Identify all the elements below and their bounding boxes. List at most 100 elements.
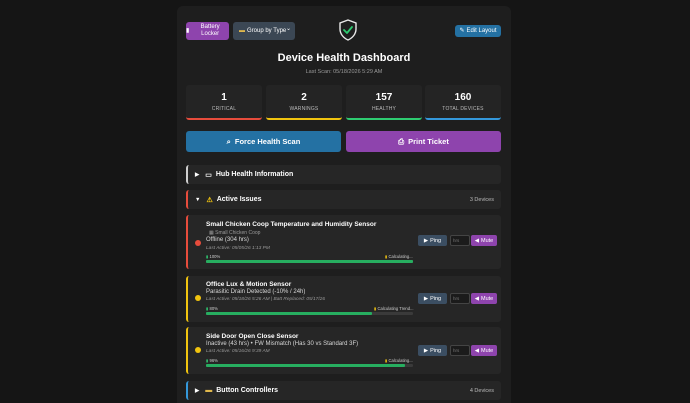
scan-icon: ⌕	[226, 136, 231, 146]
device-status: Offline (304 hrs)	[206, 237, 249, 243]
ping-button[interactable]: ▶ Ping	[418, 345, 447, 356]
monitor-icon: ▭	[205, 171, 212, 179]
mute-icon: ◀	[474, 237, 479, 244]
battery-level-text: 80%	[209, 306, 218, 311]
mute-icon: ◀	[474, 295, 479, 302]
button-controllers-count: 4 Devices	[469, 387, 494, 394]
ping-icon: ▶	[423, 347, 429, 354]
edit-layout-button[interactable]: ✎ Edit Layout	[455, 25, 501, 37]
collapse-icon: ▼	[195, 196, 201, 203]
battery-level-text: 96%	[209, 358, 218, 363]
chevron-down-icon: ⌄	[285, 26, 291, 32]
battery-level: ▮ 100%	[206, 254, 221, 259]
stat-healthy: 157 HEALTHY	[346, 85, 422, 120]
button-controllers-label: Button Controllers	[216, 387, 279, 394]
status-dot	[195, 295, 201, 301]
battery-bar-fill	[206, 312, 372, 315]
mute-icon: ◀	[474, 347, 479, 354]
device-status: Inactive (43 hrs) • FW Mismatch (Has 30 …	[206, 341, 359, 347]
device-card: Small Chicken Coop Temperature and Humid…	[186, 215, 501, 269]
folder-icon: ▬	[205, 387, 213, 394]
device-room: ▦ Small Chicken Coop	[209, 230, 260, 236]
warning-icon: ⚠	[206, 196, 213, 204]
device-name: Office Lux & Motion Sensor	[206, 281, 292, 288]
ping-label: Ping	[430, 347, 442, 354]
battery-level-text: 100%	[209, 254, 221, 259]
hub-health-label: Hub Health Information	[215, 171, 294, 178]
battery-bar-fill	[206, 364, 405, 367]
printer-icon: ⎙	[398, 136, 405, 146]
battery-bar	[206, 364, 413, 367]
device-last-active: Last Active: 05/05/26 1:13 PM	[206, 246, 270, 251]
group-by-label: Group by Type	[247, 27, 287, 34]
stat-total-label: TOTAL DEVICES	[442, 106, 484, 112]
device-card: Office Lux & Motion Sensor Parasitic Dra…	[186, 276, 501, 322]
mute-button[interactable]: ◀ Mute	[471, 235, 497, 246]
mute-label: Mute	[481, 295, 494, 302]
stat-healthy-label: HEALTHY	[371, 106, 397, 112]
battery-locker-button[interactable]: ▮ Battery Locker	[186, 22, 229, 40]
stat-total: 160 TOTAL DEVICES	[425, 85, 501, 120]
button-controllers-section[interactable]: ▶ ▬ Button Controllers 4 Devices	[186, 381, 501, 400]
battery-trend-text: Calculating...	[388, 254, 413, 259]
group-by-select[interactable]: ▬ Group by Type ⌄	[233, 22, 295, 40]
active-issues-count: 3 Devices	[469, 196, 494, 203]
battery-bar	[206, 312, 413, 315]
battery-icon: ▮	[186, 27, 190, 34]
force-health-scan-label: Force Health Scan	[234, 137, 301, 146]
ping-button[interactable]: ▶ Ping	[418, 235, 447, 246]
dashboard-panel: ▮ Battery Locker ▬ Group by Type ⌄ ✎ Edi…	[177, 6, 511, 403]
hub-health-section[interactable]: ▶ ▭ Hub Health Information	[186, 165, 501, 184]
battery-trend: ▮ Calculating...	[385, 358, 413, 363]
device-status: Parasitic Drain Detected (-10% / 24h)	[206, 289, 306, 295]
active-issues-section[interactable]: ▼ ⚠ Active Issues 3 Devices	[186, 190, 501, 209]
mute-hours-input[interactable]: hrs	[450, 235, 470, 246]
mute-hours-input[interactable]: hrs	[450, 293, 470, 304]
folder-icon: ▬	[239, 27, 245, 34]
print-ticket-button[interactable]: ⎙ Print Ticket	[346, 131, 501, 152]
battery-bar	[206, 260, 413, 263]
edit-layout-label: Edit Layout	[466, 27, 497, 34]
stat-critical-label: CRITICAL	[211, 106, 237, 112]
shield-check-icon	[339, 19, 357, 41]
page-title: Device Health Dashboard	[277, 52, 411, 64]
battery-level: ▮ 96%	[206, 358, 218, 363]
stat-total-value: 160	[454, 92, 472, 103]
battery-bar-fill	[206, 260, 413, 263]
battery-trend-text: Calculating...	[388, 358, 413, 363]
battery-level: ▮ 80%	[206, 306, 218, 311]
device-name: Side Door Open Close Sensor	[206, 333, 299, 340]
stat-critical-value: 1	[221, 92, 227, 103]
status-dot	[195, 347, 201, 353]
stat-warnings-label: WARNINGS	[289, 106, 319, 112]
stat-healthy-value: 157	[375, 92, 393, 103]
ping-label: Ping	[430, 295, 442, 302]
device-card: Side Door Open Close Sensor Inactive (43…	[186, 327, 501, 374]
print-ticket-label: Print Ticket	[408, 137, 449, 146]
ping-icon: ▶	[423, 237, 429, 244]
ping-label: Ping	[430, 237, 442, 244]
last-scan-text: Last Scan: 05/18/2026 5:29 AM	[305, 69, 383, 75]
battery-trend: ▮ Calculating Trend...	[374, 306, 414, 311]
mute-button[interactable]: ◀ Mute	[471, 293, 497, 304]
battery-locker-label: Battery Locker	[200, 24, 220, 37]
stat-warnings: 2 WARNINGS	[266, 85, 342, 120]
status-dot	[195, 240, 201, 246]
mute-button[interactable]: ◀ Mute	[471, 345, 497, 356]
device-last-active: Last Active: 05/18/26 5:26 AM | Batt Rep…	[206, 297, 326, 302]
mute-label: Mute	[481, 347, 494, 354]
ping-icon: ▶	[423, 295, 429, 302]
expand-icon: ▶	[195, 387, 200, 394]
mute-hours-input[interactable]: hrs	[450, 345, 470, 356]
stat-warnings-value: 2	[301, 92, 307, 103]
expand-icon: ▶	[195, 171, 200, 178]
force-health-scan-button[interactable]: ⌕ Force Health Scan	[186, 131, 341, 152]
active-issues-label: Active Issues	[216, 196, 262, 203]
pencil-icon: ✎	[459, 27, 465, 34]
ping-button[interactable]: ▶ Ping	[418, 293, 447, 304]
device-last-active: Last Active: 05/16/26 9:39 AM	[206, 349, 270, 354]
stat-critical: 1 CRITICAL	[186, 85, 262, 120]
mute-label: Mute	[481, 237, 494, 244]
battery-trend: ▮ Calculating...	[385, 254, 413, 259]
device-name: Small Chicken Coop Temperature and Humid…	[206, 221, 377, 228]
